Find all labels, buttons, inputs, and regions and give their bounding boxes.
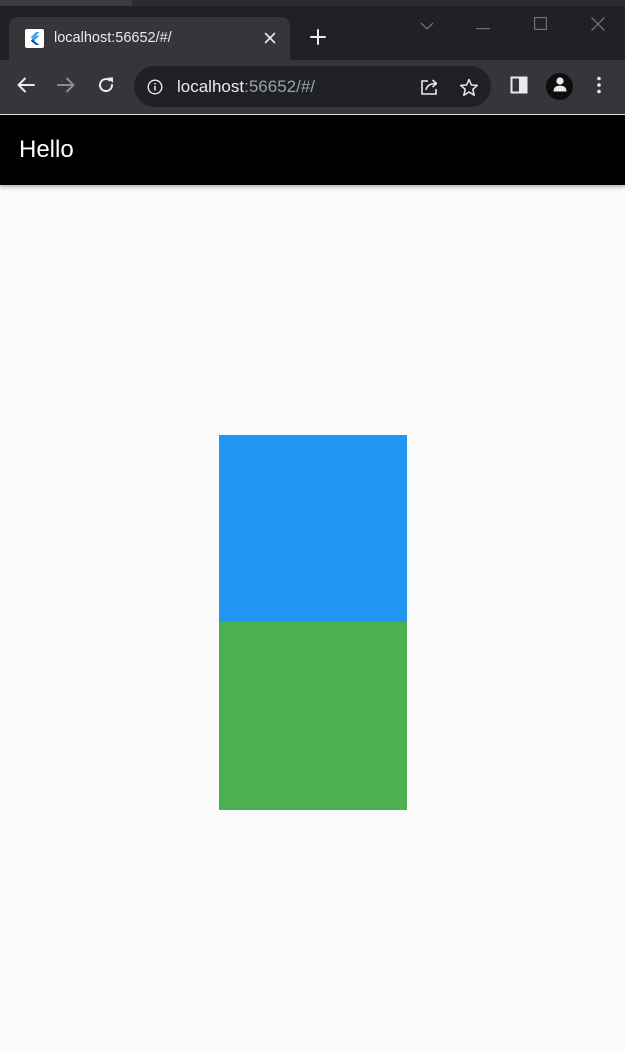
url-text: localhost:56652/#/ [177,77,315,97]
close-icon[interactable] [260,28,280,48]
browser-titlebar: localhost:56652/#/ [0,0,625,60]
tab-search-button[interactable] [412,12,442,40]
arrow-right-icon [57,77,75,98]
kebab-menu-icon [597,76,601,99]
browser-tab[interactable]: localhost:56652/#/ [9,17,290,60]
app-bar-title: Hello [19,136,74,163]
profile-button[interactable] [546,73,573,100]
titlebar-edge-highlight [0,0,132,6]
close-window-button[interactable] [583,12,613,40]
blue-box [219,435,407,622]
reload-button[interactable] [92,73,120,101]
app-page: Hello [0,115,625,1053]
flutter-logo-icon [25,29,44,48]
close-icon [591,16,605,36]
person-icon [552,76,568,97]
share-icon[interactable] [418,75,442,99]
browser-toolbar: localhost:56652/#/ [0,60,625,114]
minimize-button[interactable] [468,12,498,40]
url-path: :56652/#/ [244,77,316,96]
arrow-left-icon [17,77,35,98]
browser-menu-button[interactable] [585,73,613,101]
forward-button[interactable] [52,73,80,101]
reload-icon [97,76,115,99]
green-box [219,622,407,810]
side-panel-button[interactable] [505,73,533,101]
titlebar-edge [0,0,625,6]
side-panel-icon [510,76,528,99]
maximize-button[interactable] [525,12,555,40]
back-button[interactable] [12,73,40,101]
tab-title: localhost:56652/#/ [54,30,172,46]
app-bar: Hello [0,115,625,185]
url-host: localhost [177,77,245,96]
star-icon[interactable] [457,75,481,99]
maximize-icon [533,17,547,35]
chevron-down-icon [420,17,434,35]
address-bar[interactable]: localhost:56652/#/ [134,66,491,107]
plus-icon [310,28,326,50]
new-tab-button[interactable] [305,26,331,52]
minimize-icon [476,17,490,35]
info-icon[interactable] [146,78,164,96]
